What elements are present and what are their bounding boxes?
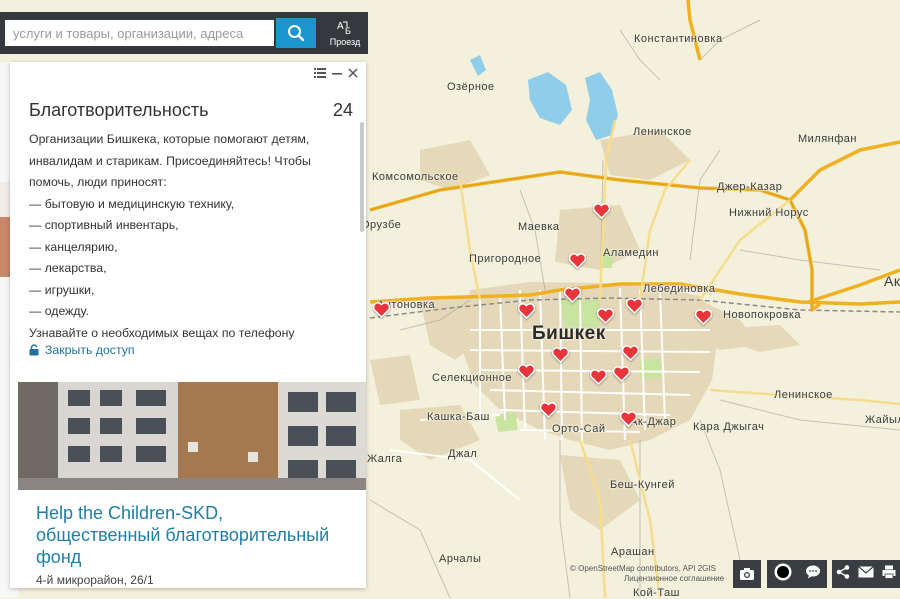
place-label-zhaiyl: Жайыл <box>865 414 900 426</box>
search-bar: A Б Проезд <box>0 12 368 54</box>
heart-marker-icon[interactable] <box>518 303 535 319</box>
place-label-leninskoe-north: Ленинское <box>633 126 692 138</box>
attribution-copyright[interactable]: © OpenStreetMap contributors, API 2GIS <box>570 564 716 573</box>
list-icon[interactable] <box>314 68 326 80</box>
description-item: — одежду. <box>29 304 89 318</box>
route-label: Проезд <box>329 37 361 47</box>
route-icon: A Б <box>337 21 351 35</box>
place-label-koi-tash: Кой-Таш <box>633 587 681 599</box>
rubric-count: 24 <box>332 100 353 120</box>
comment-icon[interactable] <box>805 565 821 584</box>
city-label: Бишкек <box>532 323 606 344</box>
minimize-icon[interactable] <box>332 68 342 80</box>
share-group <box>832 560 900 588</box>
description-intro: Организации Бишкека, которые помогают де… <box>29 132 311 189</box>
scrollbar[interactable] <box>360 122 364 232</box>
heart-marker-icon[interactable] <box>695 309 712 325</box>
place-label-nizhniy-norus: Нижний Норус <box>729 207 809 219</box>
print-icon[interactable] <box>882 565 896 584</box>
place-label-leninskoe-east: Ленинское <box>774 389 833 401</box>
place-label-lebedinovka: Лебединовка <box>643 283 716 295</box>
place-label-novopokrovka: Новопокровка <box>723 309 802 321</box>
organization-address: 4-й микрорайон, 26/1 <box>36 573 154 587</box>
place-label-alamedin: Аламедин <box>603 247 659 259</box>
place-label-komsomolskoe: Комсомольское <box>372 171 459 183</box>
route-button[interactable]: A Б Проезд <box>322 12 368 54</box>
place-label-besh-kungei: Беш-Кунгей <box>610 479 675 491</box>
place-label-dzhal: Джал <box>448 448 478 460</box>
mail-icon[interactable] <box>858 565 874 583</box>
place-label-arashan: Арашан <box>611 546 655 558</box>
search-button[interactable] <box>276 18 316 48</box>
camera-icon <box>740 568 754 580</box>
place-label-prigorodnoe: Пригородное <box>469 253 542 265</box>
screenshot-button[interactable] <box>733 560 761 588</box>
place-label-kashka-bash: Кашка-Баш <box>427 411 490 423</box>
record-comment-group <box>767 560 827 588</box>
place-label-kara-dzhygach: Кара Джыгач <box>693 421 765 433</box>
svg-text:A: A <box>337 21 344 32</box>
description-item: — бытовую и медицинскую технику, <box>29 196 235 211</box>
place-label-orto-sai: Орто-Сай <box>552 423 606 435</box>
rubric-description: Организации Бишкека, которые помогают де… <box>29 129 339 344</box>
description-item: — лекарства, <box>29 261 107 275</box>
description-item: — игрушки, <box>29 282 95 297</box>
search-input[interactable] <box>5 20 274 46</box>
heart-marker-icon[interactable] <box>593 203 610 219</box>
heart-marker-icon[interactable] <box>622 345 639 361</box>
heart-marker-icon[interactable] <box>613 366 630 382</box>
share-icon[interactable] <box>836 564 850 584</box>
rubric-title: Благотворительность <box>29 100 209 120</box>
heart-marker-icon[interactable] <box>626 298 643 314</box>
place-label-oruzbe: Орузбе <box>361 219 402 231</box>
close-access-label: Закрыть доступ <box>45 343 135 357</box>
search-icon <box>288 25 305 42</box>
heart-marker-icon[interactable] <box>564 287 581 303</box>
heart-marker-icon[interactable] <box>569 253 586 269</box>
lock-icon <box>29 344 39 356</box>
place-label-dzher-kazar: Джер-Казар <box>717 181 783 193</box>
place-label-zhalga: Жалга <box>367 453 403 465</box>
panel-tools <box>314 68 358 80</box>
heart-marker-icon[interactable] <box>590 369 607 385</box>
place-label-milyanfan: Милянфан <box>798 133 857 145</box>
heart-marker-icon[interactable] <box>620 411 637 427</box>
close-icon[interactable] <box>348 68 358 80</box>
rubric-panel: Благотворительность 24 Организации Бишке… <box>10 62 366 588</box>
organization-title-link[interactable]: Help the Children-SKD, общественный благ… <box>36 502 336 568</box>
record-icon[interactable] <box>774 563 792 586</box>
place-label-maevka: Маевка <box>518 221 560 233</box>
place-label-ozyornoe: Озёрное <box>447 81 495 93</box>
place-label-selektsionnoe: Селекционное <box>432 372 512 384</box>
description-item: — спортивный инвентарь, <box>29 218 179 232</box>
map-attribution: © OpenStreetMap contributors, API 2GIS Л… <box>570 564 724 584</box>
heart-marker-icon[interactable] <box>552 347 569 363</box>
svg-text:Б: Б <box>345 26 351 35</box>
place-label-ak-kaiyn: Ак-Кайын <box>884 273 900 289</box>
description-item: — канцелярию, <box>29 239 118 254</box>
place-label-archaly: Арчалы <box>439 553 482 565</box>
close-access-link[interactable]: Закрыть доступ <box>29 343 135 357</box>
description-outro: Узнавайте о необходимых вещах по телефон… <box>29 325 295 340</box>
place-label-konstantinovka: Константиновка <box>634 33 723 45</box>
heart-marker-icon[interactable] <box>373 302 390 318</box>
heart-marker-icon[interactable] <box>518 364 535 380</box>
heart-marker-icon[interactable] <box>597 308 614 324</box>
license-link[interactable]: Лицензионное соглашение <box>624 574 724 584</box>
building-photo <box>18 382 366 490</box>
card-photo[interactable] <box>18 382 366 490</box>
heart-marker-icon[interactable] <box>540 402 557 418</box>
